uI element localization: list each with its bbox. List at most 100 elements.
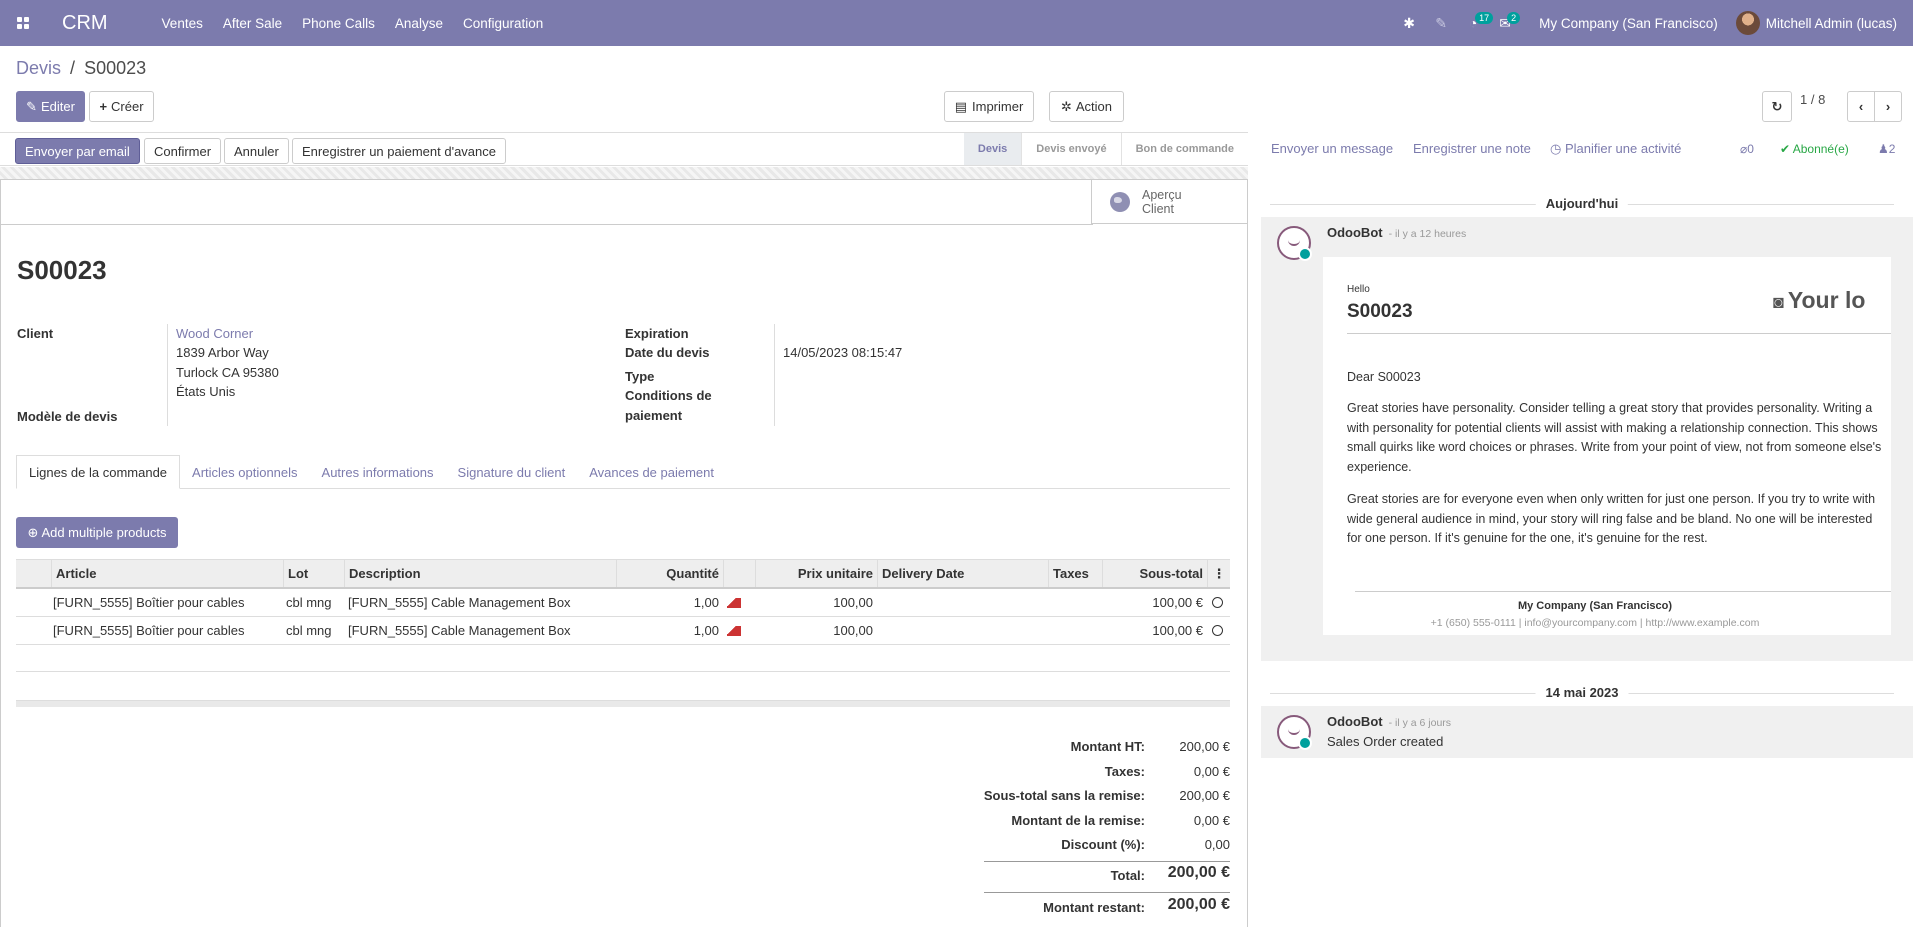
- total-value: 200,00 €: [1167, 864, 1230, 881]
- pager-value[interactable]: 1 / 8: [1800, 92, 1825, 107]
- create-button[interactable]: + Créer: [89, 91, 154, 122]
- row-article: [FURN_5555] Boîtier pour cables: [53, 623, 245, 638]
- tab-other-info[interactable]: Autres informations: [310, 455, 446, 489]
- chatter-message: OdooBot - il y a 12 heures Hello S00023 ◙…: [1261, 217, 1913, 661]
- email-preview-card: Hello S00023 ◙ Your lo Dear S00023 Great …: [1323, 257, 1891, 635]
- log-note-button[interactable]: Enregistrer une note: [1413, 141, 1531, 156]
- message-date: - il y a 12 heures: [1388, 228, 1467, 240]
- email-footer-company: My Company (San Francisco): [1517, 600, 1673, 612]
- row-delivery-date: [881, 589, 1048, 616]
- follow-button[interactable]: ✔ Abonné(e): [1780, 142, 1849, 156]
- register-advance-payment-button[interactable]: Enregistrer un paiement d'avance: [292, 138, 506, 164]
- row-clock-icon[interactable]: [1212, 617, 1226, 644]
- row-lot: cbl mng: [286, 623, 332, 638]
- bug-icon[interactable]: ✱: [1393, 0, 1425, 46]
- email-paragraph-2: Great stories are for everyone even when…: [1347, 492, 1876, 545]
- message-date: - il y a 6 jours: [1388, 717, 1452, 729]
- email-title: S00023: [1347, 301, 1413, 322]
- menu-phone-calls[interactable]: Phone Calls: [292, 16, 385, 31]
- schedule-activity-button[interactable]: ◷ Planifier une activité: [1550, 141, 1681, 157]
- table-row[interactable]: [FURN_5555] Boîtier pour cables cbl mng …: [16, 589, 1230, 617]
- subtotal-no-discount-value: 200,00 €: [1179, 788, 1230, 803]
- menu-configuration[interactable]: Configuration: [453, 16, 553, 31]
- user-name: Mitchell Admin (lucas): [1765, 15, 1897, 31]
- odoobot-avatar: [1277, 226, 1312, 261]
- email-paragraph-1: Great stories have personality. Consider…: [1347, 401, 1882, 474]
- email-footer-contact: +1 (650) 555-0111 | info@yourcompany.com…: [1430, 617, 1760, 629]
- menu-analyse[interactable]: Analyse: [385, 16, 453, 31]
- menu-ventes[interactable]: Ventes: [152, 16, 213, 31]
- send-message-button[interactable]: Envoyer un message: [1271, 141, 1393, 156]
- add-multiple-products-button[interactable]: ⊕ Add multiple products: [16, 517, 178, 548]
- sheet-background-stripe: [0, 167, 1248, 179]
- tab-optional-products[interactable]: Articles optionnels: [180, 455, 310, 489]
- row-clock-icon[interactable]: [1212, 589, 1226, 616]
- header-subtotal[interactable]: Sous-total: [1102, 560, 1207, 587]
- forecast-chart-icon[interactable]: [727, 617, 747, 644]
- amount-due-value: 200,00 €: [1167, 896, 1230, 913]
- client-address-line3: États Unis: [176, 384, 236, 399]
- activity-clock-icon[interactable]: ◔ 17: [1457, 0, 1494, 46]
- messages-icon[interactable]: ✉ 2: [1489, 0, 1521, 46]
- table-row[interactable]: [FURN_5555] Boîtier pour cables cbl mng …: [16, 617, 1230, 645]
- header-description[interactable]: Description: [344, 560, 616, 587]
- stage-bon-de-commande[interactable]: Bon de commande: [1120, 133, 1248, 165]
- tab-order-lines[interactable]: Lignes de la commande: [16, 455, 181, 489]
- stage-devis-envoye[interactable]: Devis envoyé: [1021, 133, 1120, 165]
- header-unit-price[interactable]: Prix unitaire: [755, 560, 877, 587]
- camera-icon: ◙: [1773, 292, 1784, 312]
- pager-previous-button[interactable]: ‹: [1847, 91, 1875, 122]
- breadcrumb-parent[interactable]: Devis: [16, 58, 61, 78]
- edit-note-icon[interactable]: ✎: [1425, 0, 1457, 46]
- confirm-button[interactable]: Confirmer: [144, 138, 222, 164]
- column-options-icon[interactable]: ⋮: [1207, 560, 1230, 587]
- apps-menu-icon[interactable]: [0, 0, 46, 46]
- expiration-label: Expiration: [625, 326, 689, 341]
- header-taxes[interactable]: Taxes: [1048, 560, 1102, 587]
- refresh-button[interactable]: ↻: [1762, 91, 1792, 122]
- document-title: S00023: [17, 255, 107, 285]
- client-label: Client: [17, 326, 54, 341]
- table-header: Article Lot Description Quantité Prix un…: [16, 559, 1230, 589]
- edit-button[interactable]: ✎ Editer: [16, 91, 85, 122]
- app-name: CRM: [62, 11, 108, 34]
- discount-percent-value: 0,00: [1204, 837, 1230, 852]
- customer-preview-button[interactable]: Aperçu Client: [1091, 180, 1247, 224]
- check-icon: ✔: [1780, 142, 1793, 156]
- row-unit-price: 100,00: [833, 595, 873, 610]
- header-lot[interactable]: Lot: [283, 560, 344, 587]
- printer-icon: ▤: [954, 98, 967, 114]
- attachments-button[interactable]: ⌀0: [1740, 142, 1754, 156]
- action-button[interactable]: ✲ Action: [1049, 91, 1124, 122]
- header-quantity[interactable]: Quantité: [616, 560, 723, 587]
- breadcrumb-current: S00023: [84, 58, 147, 78]
- print-button[interactable]: ▤ Imprimer: [944, 91, 1034, 122]
- message-author[interactable]: OdooBot: [1327, 714, 1383, 729]
- chatter-topbar: Envoyer un message Enregistrer une note …: [1248, 132, 1913, 166]
- header-article[interactable]: Article: [51, 560, 283, 587]
- cancel-button[interactable]: Annuler: [224, 138, 289, 164]
- stage-devis[interactable]: Devis: [963, 133, 1022, 165]
- company-logo-placeholder: ◙ Your lo: [1773, 287, 1866, 313]
- message-author[interactable]: OdooBot: [1327, 225, 1383, 240]
- odoobot-avatar: [1277, 715, 1312, 750]
- amount-due-label: Montant restant:: [1043, 900, 1145, 915]
- untaxed-amount-label: Montant HT:: [1070, 739, 1145, 754]
- row-quantity: 1,00: [693, 595, 719, 610]
- header-delivery-date[interactable]: Delivery Date: [877, 560, 1048, 587]
- menu-after-sale[interactable]: After Sale: [213, 16, 292, 31]
- type-label: Type: [625, 369, 655, 384]
- quote-date-value[interactable]: 14/05/2023 08:15:47: [783, 345, 902, 360]
- company-switcher[interactable]: My Company (San Francisco): [1539, 16, 1718, 31]
- tab-advance-payments[interactable]: Avances de paiement: [577, 455, 726, 489]
- send-email-button[interactable]: Envoyer par email: [15, 138, 140, 164]
- user-menu[interactable]: Mitchell Admin (lucas): [1735, 11, 1897, 35]
- followers-button[interactable]: ♟2: [1878, 142, 1895, 156]
- taxes-label: Taxes:: [1104, 764, 1145, 779]
- forecast-chart-icon[interactable]: [727, 589, 747, 616]
- tab-customer-signature[interactable]: Signature du client: [446, 455, 578, 489]
- plus-icon: +: [99, 99, 108, 114]
- stage-pipeline: Devis Devis envoyé Bon de commande: [963, 133, 1248, 165]
- client-name-link[interactable]: Wood Corner: [176, 326, 253, 341]
- pager-next-button[interactable]: ›: [1874, 91, 1902, 122]
